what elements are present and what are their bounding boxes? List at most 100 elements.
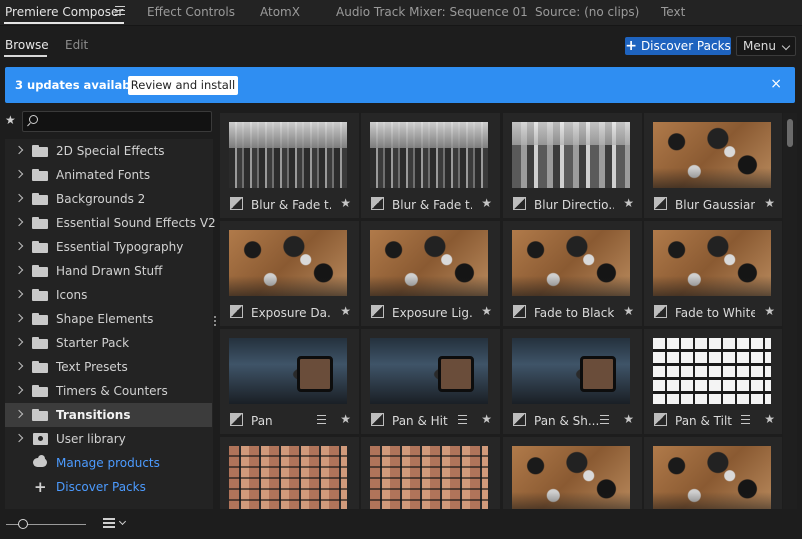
preset-card[interactable]: Blur Gaussian ★ — [644, 113, 782, 218]
sidebar-item-transitions[interactable]: Transitions — [5, 403, 212, 427]
preset-thumbnail[interactable] — [370, 230, 488, 296]
sidebar-item-animated-fonts[interactable]: Animated Fonts — [5, 163, 212, 187]
preset-card[interactable]: Fade to Black ★ — [503, 221, 642, 326]
discover-packs-link[interactable]: + Discover Packs — [5, 475, 212, 499]
preset-thumbnail[interactable] — [229, 446, 347, 509]
tab-premiere-composer[interactable]: Premiere Composer — [5, 5, 123, 19]
sidebar-item-hand-drawn-stuff[interactable]: Hand Drawn Stuff — [5, 259, 212, 283]
chevron-right-icon[interactable] — [14, 409, 24, 419]
preset-card[interactable] — [361, 437, 500, 509]
favorite-star-icon[interactable]: ★ — [764, 196, 775, 210]
preset-card[interactable] — [503, 437, 642, 509]
sidebar-item-shape-elements[interactable]: Shape Elements — [5, 307, 212, 331]
scrollbar-thumb[interactable] — [787, 119, 793, 147]
preset-thumbnail[interactable] — [512, 338, 630, 404]
sidebar-item-starter-pack[interactable]: Starter Pack — [5, 331, 212, 355]
preset-thumbnail[interactable] — [512, 230, 630, 296]
preset-thumbnail[interactable] — [229, 338, 347, 404]
preset-card[interactable]: Pan & Hit ★ — [361, 329, 500, 434]
favorite-star-icon[interactable]: ★ — [623, 196, 634, 210]
preset-card[interactable]: Fade to White ★ — [644, 221, 782, 326]
preset-options-icon[interactable] — [600, 415, 609, 427]
sidebar-item-essential-sound-effects[interactable]: Essential Sound Effects V2 — [5, 211, 216, 235]
favorite-star-icon[interactable]: ★ — [340, 304, 351, 318]
preset-options-icon[interactable] — [458, 415, 467, 427]
preset-thumbnail[interactable] — [512, 122, 630, 188]
tab-text[interactable]: Text — [661, 5, 685, 19]
favorite-star-icon[interactable]: ★ — [481, 412, 492, 426]
preset-card[interactable] — [644, 437, 782, 509]
menu-dropdown[interactable]: Menu — [736, 36, 796, 56]
preset-thumbnail[interactable] — [370, 122, 488, 188]
tab-audio-track-mixer[interactable]: Audio Track Mixer: Sequence 01 — [336, 5, 528, 19]
preset-thumbnail[interactable] — [653, 338, 771, 404]
close-icon[interactable]: × — [770, 76, 782, 92]
favorites-filter-star-icon[interactable]: ★ — [5, 113, 16, 127]
preset-thumbnail[interactable] — [512, 446, 630, 509]
preset-thumbnail[interactable] — [653, 122, 771, 188]
sidebar-item-label: Timers & Counters — [56, 384, 168, 398]
preset-options-icon[interactable] — [741, 415, 750, 427]
preset-card[interactable]: Exposure Lig... ★ — [361, 221, 500, 326]
favorite-star-icon[interactable]: ★ — [623, 412, 634, 426]
panel-menu-icon[interactable] — [115, 6, 125, 16]
preset-options-icon[interactable] — [317, 415, 326, 427]
favorite-star-icon[interactable]: ★ — [481, 196, 492, 210]
sidebar-item-text-presets[interactable]: Text Presets — [5, 355, 212, 379]
chevron-right-icon[interactable] — [14, 217, 24, 227]
slider-handle[interactable] — [18, 519, 28, 529]
preset-thumbnail[interactable] — [653, 446, 771, 509]
preset-card[interactable]: Blur & Fade t... ★ — [220, 113, 359, 218]
folder-icon — [32, 241, 48, 253]
preset-card[interactable]: Pan & Tilt ★ — [644, 329, 782, 434]
preset-card[interactable]: Exposure Da... ★ — [220, 221, 359, 326]
tab-browse[interactable]: Browse — [5, 38, 49, 52]
favorite-star-icon[interactable]: ★ — [481, 304, 492, 318]
chevron-right-icon[interactable] — [14, 361, 24, 371]
tab-source[interactable]: Source: (no clips) — [535, 5, 639, 19]
preset-card[interactable]: Blur Directio... ★ — [503, 113, 642, 218]
sidebar-item-2d-special-effects[interactable]: 2D Special Effects — [5, 139, 212, 163]
sidebar-item-timers-counters[interactable]: Timers & Counters — [5, 379, 212, 403]
preset-card[interactable] — [220, 437, 359, 509]
chevron-right-icon[interactable] — [14, 337, 24, 347]
preset-thumbnail[interactable] — [370, 338, 488, 404]
sidebar-item-label: Essential Typography — [56, 240, 184, 254]
preset-thumbnail[interactable] — [229, 230, 347, 296]
chevron-right-icon[interactable] — [14, 241, 24, 251]
favorite-star-icon[interactable]: ★ — [340, 196, 351, 210]
chevron-right-icon[interactable] — [14, 169, 24, 179]
tab-effect-controls[interactable]: Effect Controls — [147, 5, 235, 19]
tab-atomx[interactable]: AtomX — [260, 5, 300, 19]
search-input[interactable] — [22, 111, 212, 132]
preset-card[interactable]: Pan ★ — [220, 329, 359, 434]
favorite-star-icon[interactable]: ★ — [764, 304, 775, 318]
preset-thumbnail[interactable] — [653, 230, 771, 296]
preset-thumbnail[interactable] — [370, 446, 488, 509]
chevron-right-icon[interactable] — [14, 385, 24, 395]
manage-products-link[interactable]: Manage products — [5, 451, 212, 475]
chevron-right-icon[interactable] — [14, 289, 24, 299]
chevron-right-icon[interactable] — [14, 193, 24, 203]
plus-icon: + — [34, 478, 47, 496]
tab-edit[interactable]: Edit — [65, 38, 88, 52]
favorite-star-icon[interactable]: ★ — [764, 412, 775, 426]
favorite-star-icon[interactable]: ★ — [340, 412, 351, 426]
grid-scrollbar[interactable] — [783, 113, 797, 509]
sidebar-item-user-library[interactable]: User library — [5, 427, 212, 451]
favorite-star-icon[interactable]: ★ — [623, 304, 634, 318]
chevron-right-icon[interactable] — [14, 265, 24, 275]
chevron-right-icon[interactable] — [14, 433, 24, 443]
preset-thumbnail[interactable] — [229, 122, 347, 188]
sidebar-item-essential-typography[interactable]: Essential Typography — [5, 235, 212, 259]
preset-card[interactable]: Pan & Sh... ★ — [503, 329, 642, 434]
review-and-install-button[interactable]: Review and install — [128, 76, 238, 95]
preset-card[interactable]: Blur & Fade t... ★ — [361, 113, 500, 218]
panel-splitter-handle[interactable] — [214, 316, 217, 328]
view-mode-dropdown[interactable] — [103, 517, 127, 531]
discover-packs-button[interactable]: + Discover Packs — [625, 37, 731, 55]
sidebar-item-icons[interactable]: Icons — [5, 283, 212, 307]
chevron-right-icon[interactable] — [14, 145, 24, 155]
sidebar-item-backgrounds-2[interactable]: Backgrounds 2 — [5, 187, 212, 211]
chevron-right-icon[interactable] — [14, 313, 24, 323]
